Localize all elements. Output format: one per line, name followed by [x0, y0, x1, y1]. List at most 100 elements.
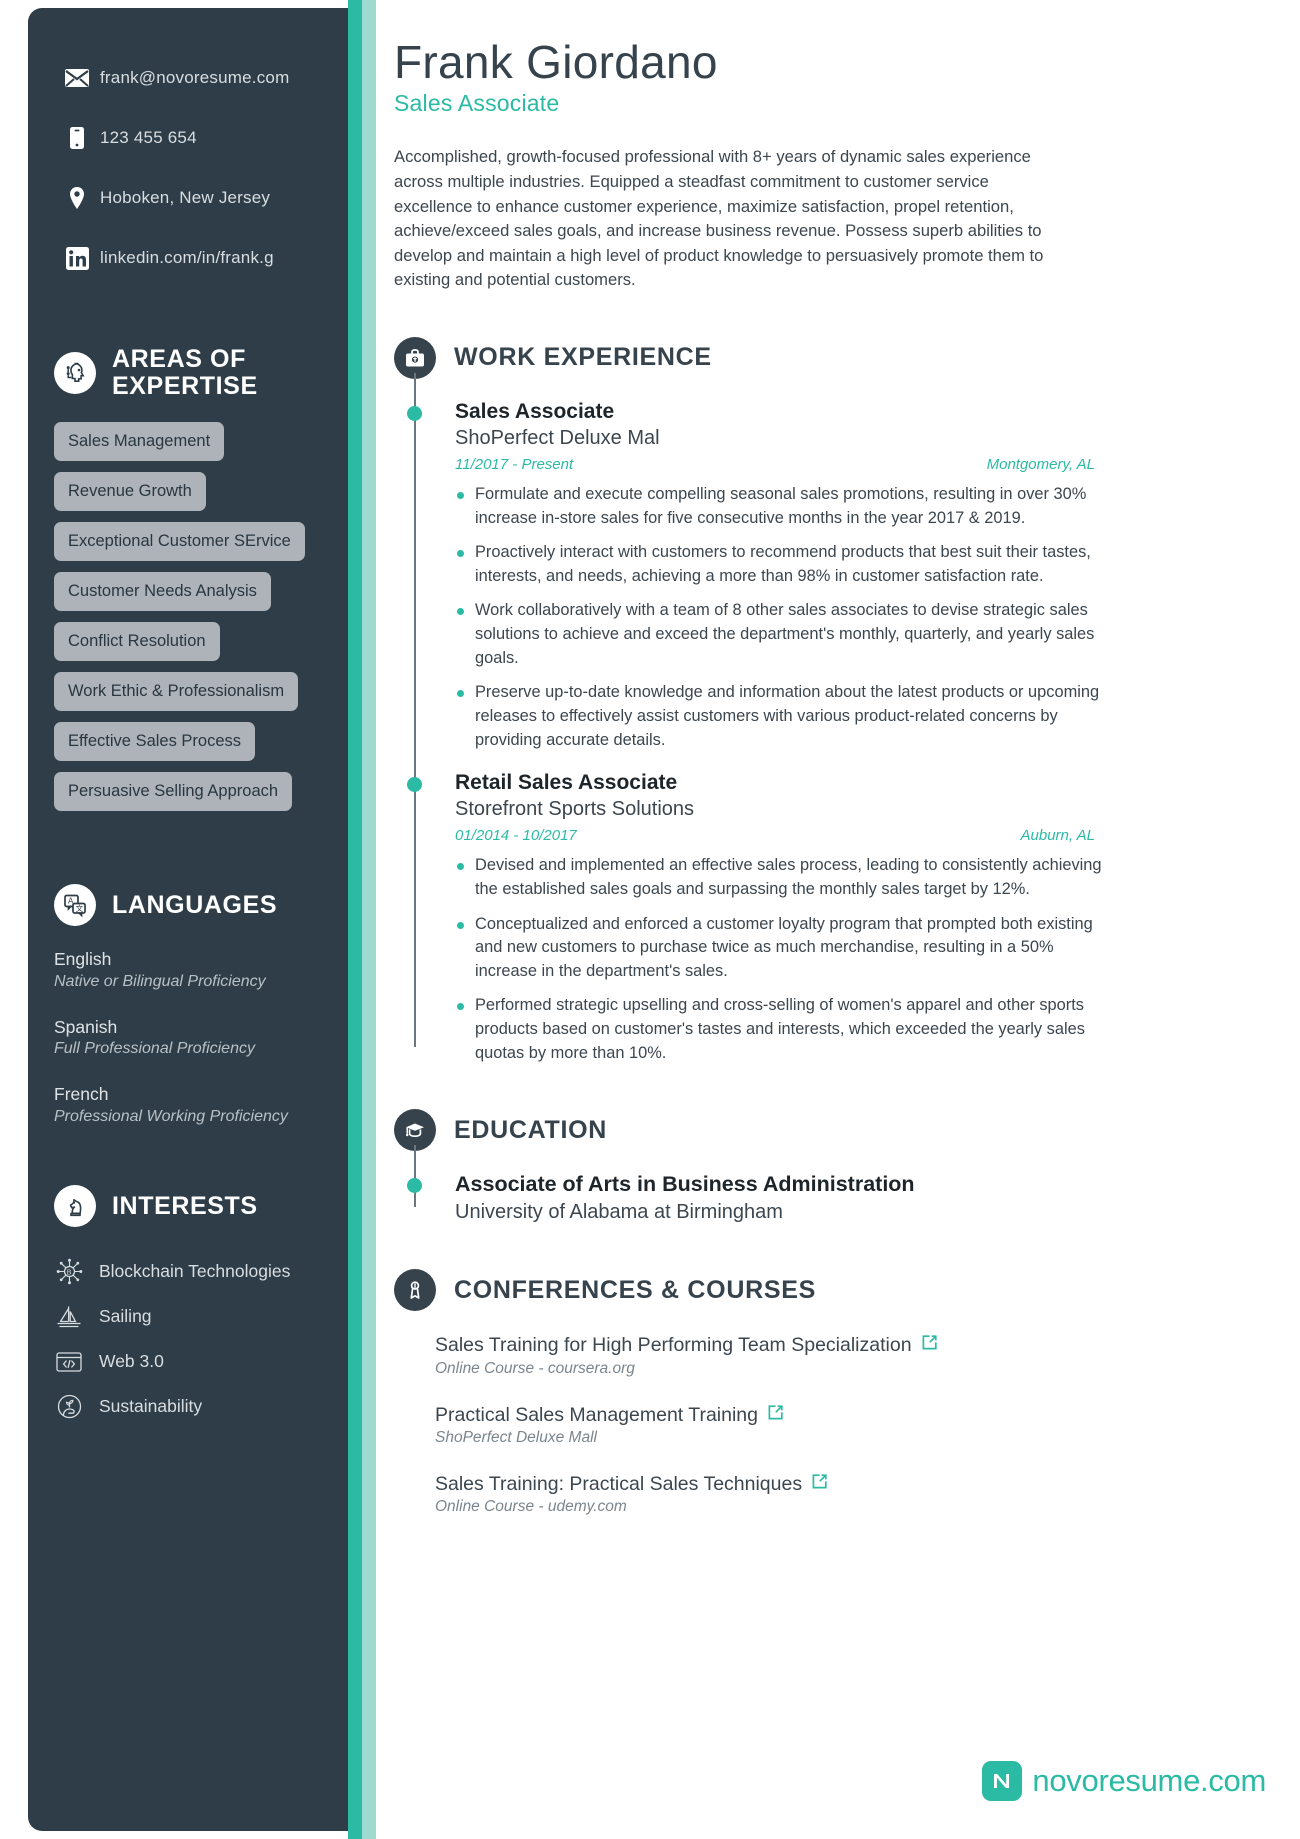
contact-value: Hoboken, New Jersey — [100, 188, 271, 207]
course-source: ShoPerfect Deluxe Mall — [435, 1428, 597, 1446]
phone-icon — [54, 126, 100, 150]
section-title: INTERESTS — [112, 1192, 258, 1221]
job-meta: 11/2017 - Present Montgomery, AL — [455, 456, 1095, 473]
expertise-tag: Sales Management — [54, 421, 225, 461]
timeline-dot — [407, 777, 422, 793]
section-title-line1: AREAS OF — [112, 345, 246, 373]
novoresume-mark-icon — [982, 1761, 1023, 1801]
external-link-icon[interactable] — [921, 1333, 938, 1357]
degree-title: Associate of Arts in Business Administra… — [455, 1172, 915, 1197]
section-title: LANGUAGES — [112, 891, 278, 919]
contact-item-location: Hoboken, New Jersey — [54, 168, 340, 228]
section-header: AREAS OF EXPERTISE — [54, 346, 340, 400]
interest-label: Blockchain Technologies — [99, 1261, 291, 1282]
envelope-icon — [54, 68, 100, 88]
translate-icon: A文 — [54, 884, 96, 927]
job-organization: ShoPerfect Deluxe Mal — [455, 426, 660, 449]
job-bullet: Preserve up-to-date knowledge and inform… — [455, 681, 1103, 752]
language-item: French Professional Working Proficiency — [54, 1083, 340, 1127]
course-title-row: Sales Training for High Performing Team … — [435, 1333, 1274, 1357]
contact-list: frank@novoresume.com 123 455 654 Hoboken… — [54, 48, 340, 288]
section-header: A文 LANGUAGES — [54, 884, 340, 927]
location-pin-icon — [54, 186, 100, 211]
section-header: CONFERENCES & COURSES — [394, 1269, 1274, 1312]
main-content: Frank Giordano Sales Associate Accomplis… — [394, 0, 1274, 1541]
interest-item: Sustainability — [54, 1384, 340, 1429]
expertise-tag: Exceptional Customer SErvice — [54, 521, 305, 561]
profile-summary: Accomplished, growth-focused professiona… — [394, 147, 1044, 290]
job-dates: 11/2017 - Present — [455, 455, 574, 473]
contact-item-email: frank@novoresume.com — [54, 48, 340, 108]
course-item: Sales Training: Practical Sales Techniqu… — [435, 1472, 1274, 1516]
expertise-tag: Work Ethic & Professionalism — [54, 672, 299, 712]
job-title: Sales Associate — [455, 399, 615, 423]
work-entry: Sales Associate ShoPerfect Deluxe Mal 11… — [407, 399, 1274, 752]
job-bullet: Formulate and execute compelling seasona… — [455, 483, 1103, 530]
job-meta: 01/2014 - 10/2017 Auburn, AL — [455, 827, 1095, 844]
work-timeline: Sales Associate ShoPerfect Deluxe Mal 11… — [407, 372, 1274, 1066]
certificate-icon — [394, 1269, 436, 1312]
novoresume-wordmark: novoresume.com — [1032, 1763, 1266, 1798]
interest-item: Web 3.0 — [54, 1339, 340, 1384]
job-role-subtitle: Sales Associate — [394, 90, 560, 117]
blockchain-icon: B — [54, 1258, 84, 1285]
course-title-row: Practical Sales Management Training — [435, 1403, 1274, 1427]
browser-code-icon — [54, 1350, 84, 1374]
resume-page: frank@novoresume.com 123 455 654 Hoboken… — [0, 0, 1300, 1839]
svg-text:文: 文 — [76, 903, 84, 913]
contact-value: 123 455 654 — [100, 128, 197, 147]
job-location: Montgomery, AL — [986, 455, 1095, 473]
job-title: Retail Sales Associate — [455, 771, 678, 795]
section-title: EDUCATION — [454, 1115, 608, 1144]
job-bullet-list: Formulate and execute compelling seasona… — [455, 483, 1103, 752]
course-source: Online Course - udemy.com — [435, 1498, 627, 1516]
course-item: Practical Sales Management Training ShoP… — [435, 1403, 1274, 1447]
job-bullet: Work collaboratively with a team of 8 ot… — [455, 599, 1103, 670]
sidebar: frank@novoresume.com 123 455 654 Hoboken… — [28, 8, 366, 1831]
contact-value: frank@novoresume.com — [100, 68, 290, 87]
section-title: CONFERENCES & COURSES — [454, 1275, 816, 1304]
education-timeline: Associate of Arts in Business Administra… — [407, 1145, 1274, 1225]
interest-label: Web 3.0 — [99, 1351, 164, 1372]
expertise-tag-list: Sales Management Revenue Growth Exceptio… — [54, 421, 340, 823]
language-item: English Native or Bilingual Proficiency — [54, 948, 340, 992]
contact-item-linkedin[interactable]: linkedin.com/in/frank.g — [54, 228, 340, 288]
course-title-row: Sales Training: Practical Sales Techniqu… — [435, 1472, 1274, 1496]
section-areas-of-expertise: AREAS OF EXPERTISE Sales Management Reve… — [54, 346, 340, 822]
interest-item: B Blockchain Technologies — [54, 1249, 340, 1294]
course-source: Online Course - coursera.org — [435, 1359, 635, 1377]
external-link-icon[interactable] — [811, 1472, 828, 1496]
section-education: EDUCATION Associate of Arts in Business … — [394, 1109, 1274, 1225]
timeline-dot — [407, 405, 422, 421]
section-header: WORK EXPERIENCE — [394, 336, 1274, 379]
language-name: French — [54, 1084, 109, 1105]
section-title: AREAS OF EXPERTISE — [112, 346, 258, 400]
linkedin-icon — [54, 246, 100, 270]
page-title: Frank Giordano — [394, 36, 718, 88]
novoresume-logo[interactable]: novoresume.com — [982, 1761, 1266, 1801]
course-list: Sales Training for High Performing Team … — [435, 1333, 1274, 1516]
section-header: INTERESTS — [54, 1185, 340, 1228]
language-level: Native or Bilingual Proficiency — [54, 973, 266, 991]
language-list: English Native or Bilingual Proficiency … — [54, 948, 340, 1127]
expertise-tag: Conflict Resolution — [54, 621, 220, 662]
interest-label: Sustainability — [99, 1396, 203, 1417]
expertise-tag: Effective Sales Process — [54, 722, 256, 762]
course-name: Sales Training for High Performing Team … — [435, 1334, 912, 1357]
contact-item-phone: 123 455 654 — [54, 108, 340, 168]
job-organization: Storefront Sports Solutions — [455, 798, 695, 821]
external-link-icon[interactable] — [767, 1403, 784, 1427]
language-level: Full Professional Proficiency — [54, 1040, 255, 1058]
expertise-tag: Customer Needs Analysis — [54, 571, 271, 611]
job-bullet: Proactively interact with customers to r… — [455, 541, 1103, 588]
course-item: Sales Training for High Performing Team … — [435, 1333, 1274, 1377]
job-bullet: Conceptualized and enforced a customer l… — [455, 913, 1103, 984]
sailboat-icon — [54, 1304, 84, 1330]
job-bullet-list: Devised and implemented an effective sal… — [455, 854, 1103, 1065]
school-name: University of Alabama at Birmingham — [455, 1201, 783, 1224]
job-dates: 01/2014 - 10/2017 — [455, 827, 577, 845]
accent-stripe-light — [362, 0, 376, 1839]
brain-head-icon — [54, 351, 96, 394]
accent-stripe-dark — [348, 0, 362, 1839]
expertise-tag: Revenue Growth — [54, 471, 206, 511]
